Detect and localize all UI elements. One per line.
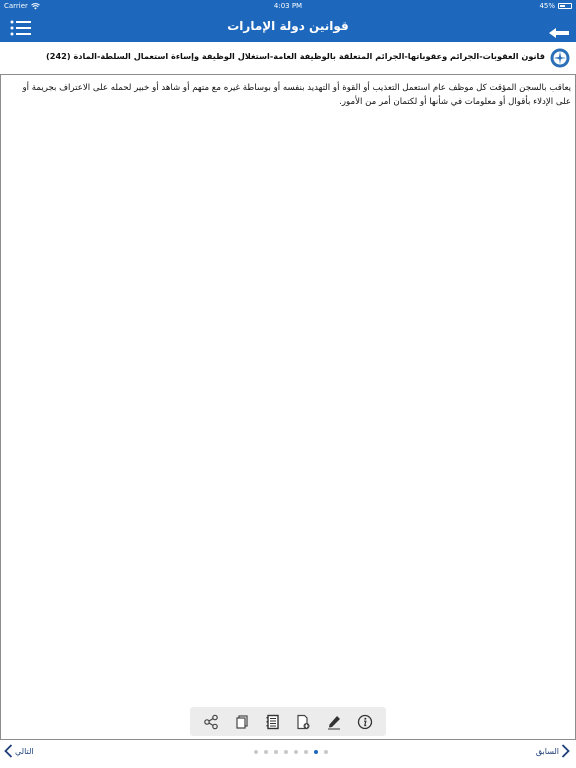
info-icon [357, 714, 372, 729]
copy-icon [236, 714, 248, 729]
app-screen: Carrier 4:03 PM 45% قوانين دولة الإمارات… [0, 0, 576, 768]
page-dot [304, 750, 308, 754]
status-right: 45% [539, 0, 572, 12]
page-dot [324, 750, 328, 754]
add-note-button[interactable] [294, 713, 312, 731]
navigation-bar: قوانين دولة الإمارات [0, 12, 576, 42]
page-dot [254, 750, 258, 754]
page-dot [294, 750, 298, 754]
page-dot [274, 750, 278, 754]
battery-percent: 45% [539, 2, 555, 10]
page-indicator [254, 750, 328, 754]
info-button[interactable] [356, 713, 374, 731]
edit-button[interactable] [325, 713, 343, 731]
notes-icon [266, 714, 279, 729]
status-time: 4:03 PM [273, 2, 303, 10]
previous-label: السابق [535, 746, 559, 756]
copy-button[interactable] [233, 713, 251, 731]
back-arrow-icon [549, 28, 569, 38]
next-label: التالي [15, 746, 34, 756]
article-header: قانون العقوبات-الجرائم وعقوباتها-الجرائم… [0, 42, 576, 74]
status-bar: Carrier 4:03 PM 45% [0, 0, 576, 12]
notes-button[interactable] [264, 713, 282, 731]
add-note-icon [297, 714, 310, 729]
chevron-right-icon [561, 744, 570, 758]
page-dot [284, 750, 288, 754]
share-icon [204, 714, 219, 729]
bottom-navigation: التالي السابق [0, 740, 576, 768]
page-dot [264, 750, 268, 754]
battery-fill [560, 5, 565, 7]
back-button[interactable] [548, 24, 570, 38]
chevron-left-icon [4, 744, 13, 758]
previous-button[interactable]: السابق [536, 744, 570, 758]
article-body-text: يعاقب بالسجن المؤقت كل موظف عام استعمل ا… [22, 83, 571, 107]
law-emblem-icon [550, 48, 570, 68]
share-button[interactable] [202, 713, 220, 731]
action-toolbar [190, 707, 386, 736]
logo [550, 48, 570, 68]
edit-icon [327, 715, 340, 729]
page-title: قوانين دولة الإمارات [227, 19, 349, 33]
article-content[interactable]: يعاقب بالسجن المؤقت كل موظف عام استعمل ا… [0, 74, 576, 740]
battery-icon [558, 3, 572, 9]
next-button[interactable]: التالي [4, 744, 34, 758]
article-title: قانون العقوبات-الجرائم وعقوباتها-الجرائم… [46, 51, 545, 61]
page-dot [314, 750, 318, 754]
